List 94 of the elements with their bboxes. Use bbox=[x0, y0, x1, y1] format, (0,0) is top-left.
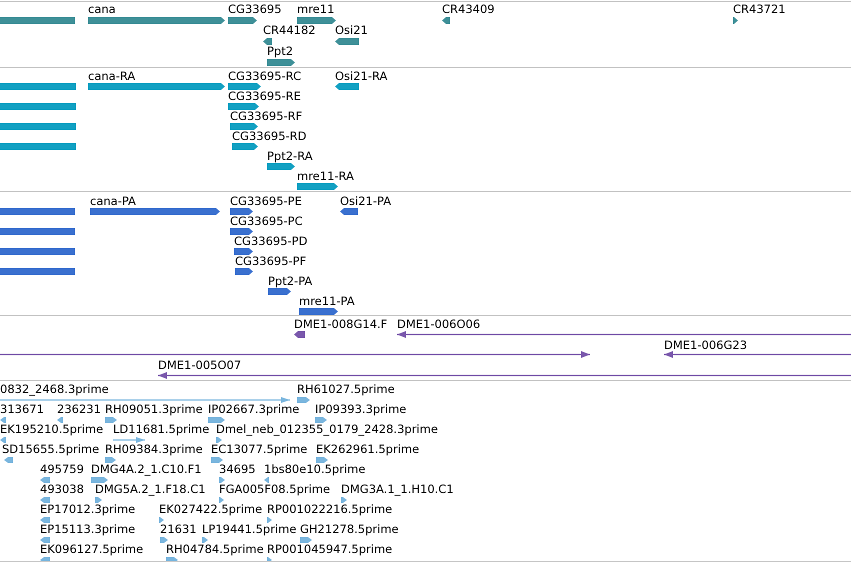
feature-arrow-icon[interactable] bbox=[0, 82, 76, 90]
feature-label: cana-PA bbox=[90, 194, 136, 208]
feature-arrow-icon[interactable] bbox=[294, 331, 305, 338]
feature-label: DMG4A.2_1.C10.F1 bbox=[91, 462, 202, 476]
feature-arrow-icon[interactable] bbox=[0, 208, 75, 215]
feature-label: 313671 bbox=[0, 402, 44, 416]
feature-arrow-icon[interactable] bbox=[267, 59, 295, 66]
feature-arrow-icon[interactable] bbox=[299, 308, 338, 315]
feature-label: 0832_2468.3prime bbox=[0, 382, 109, 396]
feature-arrow-icon[interactable] bbox=[297, 17, 336, 24]
feature-label: mre11-RA bbox=[297, 168, 354, 183]
feature-arrow-icon[interactable] bbox=[234, 248, 253, 255]
feature-arrow-icon[interactable] bbox=[235, 268, 253, 275]
feature-label: RH61027.5prime bbox=[297, 382, 395, 396]
feature-arrow-icon[interactable] bbox=[0, 268, 75, 275]
feature-arrow-icon[interactable] bbox=[230, 208, 253, 215]
feature-label: RP001022216.5prime bbox=[267, 502, 392, 516]
feature-label: Dmel_neb_012355_0179_2428.3prime bbox=[216, 422, 438, 436]
feature-label: GH21278.5prime bbox=[300, 522, 399, 536]
feature-arrow-icon[interactable] bbox=[340, 208, 358, 215]
feature-label: DME1-006O06 bbox=[397, 317, 480, 332]
feature-label: EK096127.5prime bbox=[40, 542, 144, 556]
feature-label: RH09384.3prime bbox=[105, 442, 203, 456]
feature-label: mre11-PA bbox=[299, 294, 355, 308]
feature-label: CG33695-RC bbox=[228, 68, 302, 83]
feature-label: RH09051.3prime bbox=[105, 402, 203, 416]
feature-label: Osi21-RA bbox=[335, 68, 388, 83]
feature-label: CG33695-RD bbox=[232, 128, 307, 143]
feature-arrow-icon[interactable] bbox=[0, 102, 76, 110]
feature-label: IP02667.3prime bbox=[208, 402, 300, 416]
feature-label: SD15655.5prime bbox=[2, 442, 100, 456]
feature-label: IP09393.3prime bbox=[315, 402, 406, 416]
feature-label: 495759 bbox=[40, 462, 84, 476]
feature-arrow-icon[interactable] bbox=[0, 228, 75, 235]
feature-label: DME1-008G14.F bbox=[294, 317, 388, 332]
feature-arrow-icon[interactable] bbox=[0, 351, 590, 358]
feature-label: CG33695-PD bbox=[234, 234, 308, 248]
feature-label: CG33695-PE bbox=[230, 194, 302, 208]
feature-label: 34695 bbox=[219, 462, 256, 476]
feature-label: CR43721 bbox=[733, 2, 786, 16]
feature-label: CG33695-PC bbox=[230, 214, 303, 228]
feature-label: cana bbox=[88, 2, 116, 16]
feature-label: cana-RA bbox=[88, 68, 136, 83]
feature-label: EK195210.5prime bbox=[0, 422, 104, 436]
feature-arrow-icon[interactable] bbox=[268, 288, 291, 295]
feature-arrow-icon[interactable] bbox=[335, 82, 359, 90]
feature-label: DMG5A.2_1.F18.C1 bbox=[95, 482, 206, 496]
feature-label: CG33695-RE bbox=[228, 88, 301, 103]
feature-arrow-icon[interactable] bbox=[0, 122, 76, 130]
feature-label: Ppt2-PA bbox=[268, 274, 312, 288]
feature-label: 1bs80e10.5prime bbox=[264, 462, 366, 476]
feature-label: DME1-006G23 bbox=[664, 338, 748, 352]
feature-label: CG33695-RF bbox=[230, 108, 302, 123]
feature-label: CG33695-PF bbox=[235, 254, 306, 268]
feature-label: RH04784.5prime bbox=[166, 542, 264, 556]
feature-label: EK262961.5prime bbox=[316, 442, 420, 456]
feature-label: FGA005F08.5prime bbox=[219, 482, 330, 496]
feature-label: Ppt2-RA bbox=[267, 148, 313, 163]
feature-label: EC13077.5prime bbox=[211, 442, 308, 456]
feature-arrow-icon[interactable] bbox=[263, 38, 272, 45]
feature-arrow-icon[interactable] bbox=[733, 17, 738, 24]
feature-label: CR43409 bbox=[442, 2, 495, 16]
feature-arrow-icon[interactable] bbox=[335, 38, 359, 45]
feature-label: EP17012.3prime bbox=[40, 502, 136, 516]
feature-arrow-icon[interactable] bbox=[0, 142, 76, 150]
feature-label: RP001045947.5prime bbox=[267, 542, 392, 556]
feature-arrow-icon[interactable] bbox=[228, 82, 261, 90]
feature-arrow-icon[interactable] bbox=[228, 102, 259, 110]
feature-arrow-icon[interactable] bbox=[230, 228, 253, 235]
feature-label: 21631 bbox=[160, 522, 197, 536]
feature-arrow-icon[interactable] bbox=[228, 17, 257, 24]
feature-arrow-icon[interactable] bbox=[230, 122, 258, 130]
feature-label: Osi21 bbox=[335, 23, 368, 37]
feature-label: EP15113.3prime bbox=[40, 522, 136, 536]
feature-arrow-icon[interactable] bbox=[232, 142, 258, 150]
feature-label: 493038 bbox=[40, 482, 84, 496]
feature-label: 236231 bbox=[57, 402, 101, 416]
feature-label: LP19441.5prime bbox=[202, 522, 296, 536]
feature-label: EK027422.5prime bbox=[159, 502, 262, 516]
feature-label: CG33695 bbox=[228, 2, 282, 16]
feature-label: Ppt2 bbox=[267, 44, 294, 58]
feature-arrow-icon[interactable] bbox=[267, 162, 295, 170]
feature-arrow-icon[interactable] bbox=[297, 182, 338, 190]
feature-arrow-icon[interactable] bbox=[397, 331, 851, 338]
feature-label: DME1-005O07 bbox=[158, 358, 242, 372]
feature-label: LD11681.5prime bbox=[113, 422, 210, 436]
feature-label: mre11 bbox=[297, 2, 334, 16]
feature-arrow-icon[interactable] bbox=[664, 351, 851, 358]
feature-arrow-icon[interactable] bbox=[0, 248, 75, 255]
feature-label: DMG3A.1_1.H10.C1 bbox=[341, 482, 454, 496]
feature-arrow-icon[interactable] bbox=[442, 17, 450, 24]
feature-arrow-icon[interactable] bbox=[158, 372, 851, 380]
feature-label: CR44182 bbox=[263, 23, 316, 37]
feature-label: Osi21-PA bbox=[340, 194, 392, 208]
